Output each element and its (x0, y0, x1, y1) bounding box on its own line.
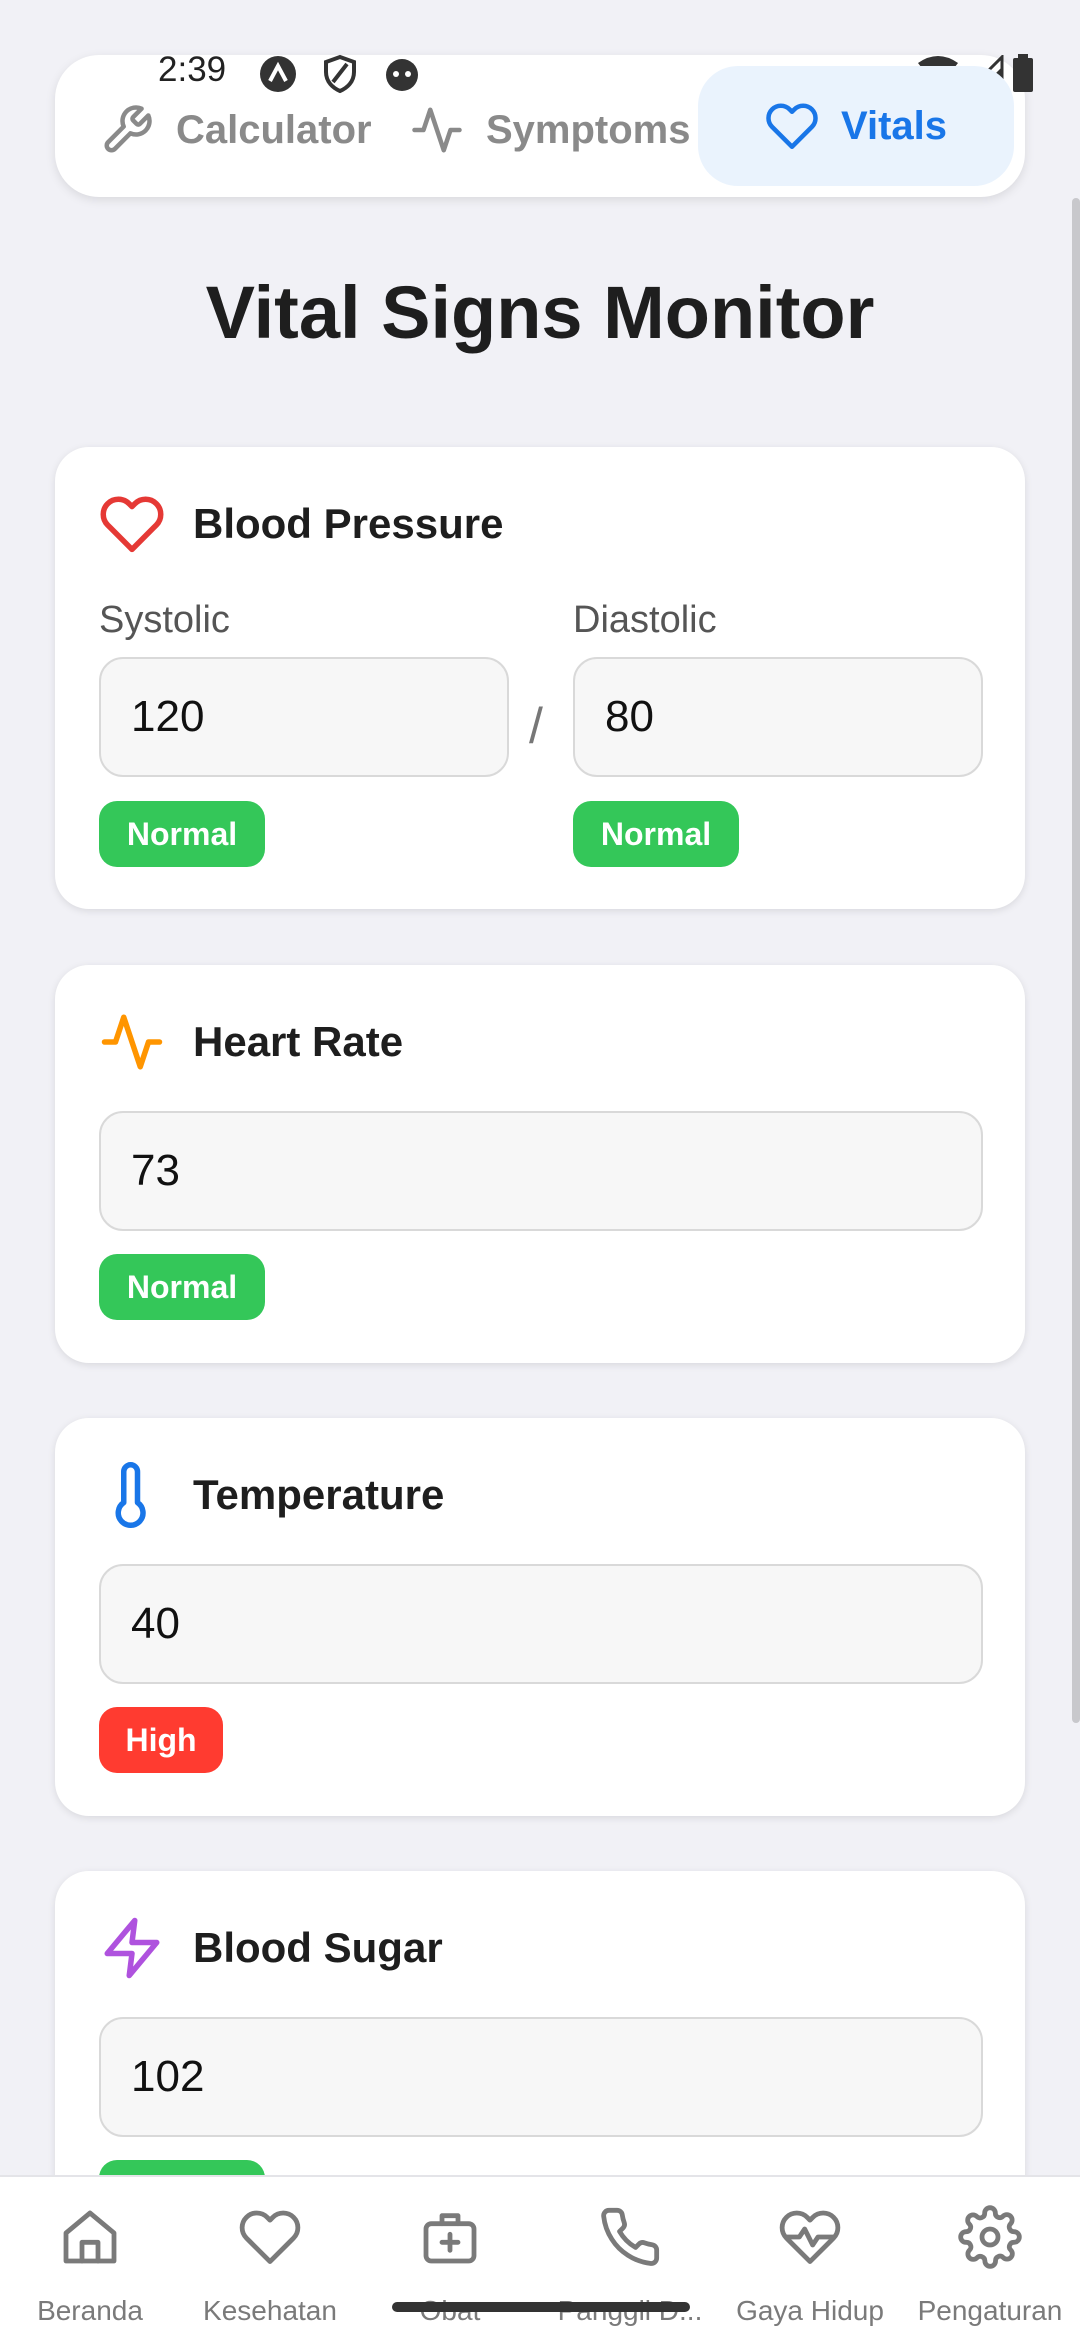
nav-item-beranda[interactable]: Beranda (0, 2177, 180, 2340)
card-title: Heart Rate (193, 1018, 404, 1065)
systolic-status-badge: Normal (99, 801, 265, 867)
temperature-input[interactable]: 40 (99, 1564, 983, 1684)
gear-icon (958, 2205, 1022, 2269)
heart-rate-status-badge: Normal (99, 1254, 265, 1320)
heart-icon (239, 2210, 301, 2265)
bottom-nav: Beranda Kesehatan Obat Panggil D... Gaya… (0, 2175, 1080, 2340)
tab-symptoms-label: Symptoms (486, 107, 691, 152)
heart-rate-input[interactable]: 73 (99, 1111, 983, 1231)
card-title: Blood Sugar (193, 1924, 443, 1971)
tab-calculator-label: Calculator (176, 107, 372, 152)
nav-item-gaya-hidup[interactable]: Gaya Hidup (720, 2177, 900, 2340)
nav-label: Pengaturan (917, 2295, 1063, 2326)
nav-label: Beranda (37, 2295, 143, 2326)
wrench-icon (104, 105, 152, 153)
activity-icon (101, 1014, 163, 1070)
temperature-card: Temperature 40 High (55, 1418, 1025, 1816)
tab-symptoms[interactable]: Symptoms (410, 72, 691, 188)
nav-item-kesehatan[interactable]: Kesehatan (180, 2177, 360, 2340)
nav-item-pengaturan[interactable]: Pengaturan (900, 2177, 1080, 2340)
blood-sugar-input[interactable]: 102 (99, 2017, 983, 2137)
systolic-label: Systolic (99, 599, 230, 641)
nav-item-obat[interactable]: Obat (360, 2177, 540, 2340)
diastolic-status-badge: Normal (573, 801, 739, 867)
activity-icon (412, 107, 462, 153)
diastolic-label: Diastolic (573, 599, 717, 641)
heart-icon (766, 103, 818, 150)
separator: / (529, 698, 543, 754)
card-title: Temperature (193, 1471, 445, 1518)
tab-vitals-label: Vitals (841, 103, 947, 148)
thermometer-icon (115, 1462, 146, 1528)
nav-item-panggil[interactable]: Panggil D... (540, 2177, 720, 2340)
home-icon (63, 2210, 117, 2264)
blood-pressure-card: Blood Pressure Systolic Diastolic 120 / … (55, 447, 1025, 909)
diastolic-input[interactable]: 80 (573, 657, 983, 777)
medkit-icon (423, 2213, 477, 2264)
page-title: Vital Signs Monitor (205, 271, 875, 354)
tab-calculator[interactable]: Calculator (100, 72, 372, 188)
battery-icon (1013, 54, 1033, 92)
scrollbar[interactable] (1072, 198, 1080, 1723)
tab-vitals[interactable]: Vitals (698, 66, 1014, 186)
temperature-status-badge: High (99, 1707, 223, 1773)
heart-icon (100, 496, 164, 553)
nav-label: Kesehatan (203, 2295, 337, 2326)
heart-rate-card: Heart Rate 73 Normal (55, 965, 1025, 1363)
home-indicator[interactable] (392, 2302, 690, 2312)
phone-icon (601, 2207, 660, 2266)
nav-label: Gaya Hidup (736, 2295, 884, 2326)
heartbeat-icon (779, 2210, 841, 2265)
card-title: Blood Pressure (193, 500, 504, 547)
lightning-icon (104, 1917, 160, 1979)
systolic-input[interactable]: 120 (99, 657, 509, 777)
